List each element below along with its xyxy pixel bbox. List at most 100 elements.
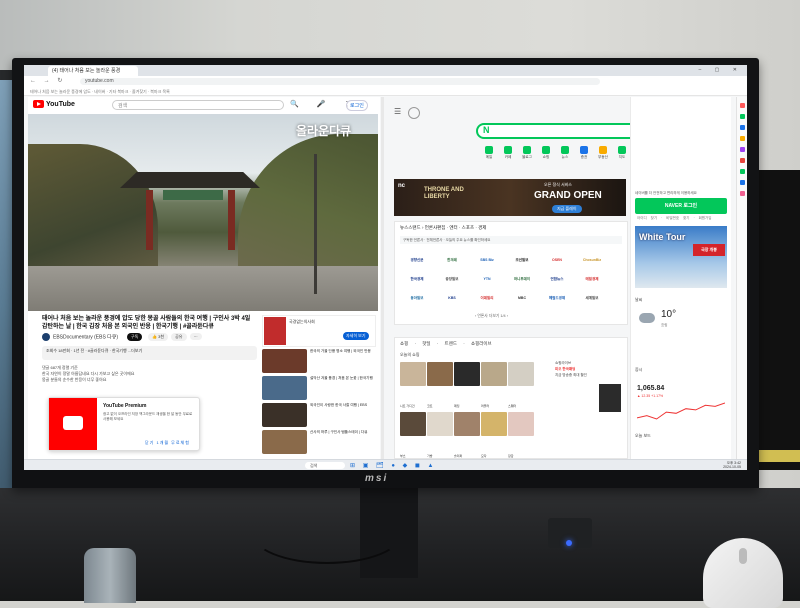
product-thumbnail[interactable] (427, 362, 453, 386)
news-outlet[interactable]: 동아일보 (400, 292, 434, 304)
browser-tab[interactable]: (4) 태어나 처음 보는 놀라운 풍경 (48, 66, 138, 76)
product-thumbnail[interactable] (454, 362, 480, 386)
ad-cta-button[interactable]: 자세히 보기 (343, 332, 369, 340)
news-outlet[interactable]: SBS Biz (470, 254, 504, 266)
product-thumbnail[interactable] (454, 412, 480, 436)
like-button[interactable]: 👍 3천 (148, 333, 168, 341)
youtube-search-input[interactable]: 검색 (112, 100, 284, 110)
shortcut-4[interactable]: 뉴스 (556, 146, 574, 160)
newsstand-header[interactable]: 뉴스스탠드 › 언론사편집 · 엔터 · 스포츠 · 경제 (400, 225, 486, 231)
product-thumbnail[interactable] (481, 362, 507, 386)
sidebar-app-icon[interactable] (740, 180, 745, 185)
news-outlet[interactable]: 헤럴드경제 (540, 292, 574, 304)
right-ad-banner[interactable]: White Tour 극장 개봉 (635, 226, 727, 288)
news-outlet[interactable]: 세계일보 (575, 292, 609, 304)
sidebar-app-icon[interactable] (740, 158, 745, 163)
shortcut-label: 증권 (580, 155, 588, 159)
shortcut-3[interactable]: 쇼핑 (537, 146, 555, 160)
shortcut-2[interactable]: 블로그 (518, 146, 536, 160)
news-outlet[interactable]: 연합뉴스 (540, 273, 574, 285)
shortcut-0[interactable]: 메일 (480, 146, 498, 160)
youtube-pane: YouTube 검색 🔍 🎤 ⋮ 로그인 올라운다큐 태어나 처음 보는 놀라운… (28, 97, 380, 459)
blue-led (566, 540, 572, 546)
sidebar-app-icon[interactable] (740, 103, 745, 108)
url-input[interactable]: youtube.com (80, 78, 600, 85)
menu-icon[interactable]: ☰ (394, 107, 401, 116)
video-player[interactable]: 올라운다큐 (28, 114, 378, 311)
youtube-logo[interactable]: YouTube (33, 100, 75, 108)
shortcut-6[interactable]: 부동산 (594, 146, 612, 160)
window-controls[interactable]: – ▢ ✕ (699, 67, 743, 73)
shortcut-1[interactable]: 카페 (499, 146, 517, 160)
news-outlet[interactable]: 한겨레 (435, 254, 469, 266)
system-tray-clock[interactable]: 오후 3:42 2024-10-05 (723, 461, 741, 469)
news-outlet[interactable]: KBS (435, 292, 469, 304)
product-thumbnail[interactable] (508, 362, 534, 386)
account-links[interactable]: 아이디 찾기 · 비밀번호 찾기 · 회원가입 (637, 216, 711, 221)
video-description[interactable]: 조회수 18만회 · 1년 전 · #골라듄다큐 · 한국기행 ...더보기 (42, 346, 257, 360)
shopping-tabs[interactable]: 쇼핑 · 핫딜 · 트렌드 · 쇼핑라이브 (400, 341, 492, 347)
shopping-items: 니트 가디건 코트 패딩 머플러 스웨터 부츠 가방 슬리퍼 모자 장갑 (400, 362, 550, 462)
premium-buttons[interactable]: 닫기 1개월 무료체험 (145, 440, 190, 446)
product-thumbnail[interactable] (427, 412, 453, 436)
recommended-video[interactable]: 설악산 겨울 풍경 | 처음 본 눈꽃 | 한국기행 (262, 376, 374, 402)
profile-icon[interactable] (408, 107, 420, 119)
more-button[interactable]: ⋯ (189, 333, 202, 340)
news-outlet[interactable]: 한국경제 (400, 273, 434, 285)
news-outlet[interactable]: 중앙일보 (435, 273, 469, 285)
news-outlet[interactable]: 조선일보 (505, 254, 539, 266)
nav-buttons[interactable]: ← → ↻ (30, 77, 65, 84)
sidebar-app-icon[interactable] (740, 191, 745, 196)
youtube-premium-icon (49, 398, 97, 450)
sidebar-app-icon[interactable] (740, 114, 745, 119)
today-board[interactable]: 오늘 보드 (635, 433, 651, 439)
news-outlet[interactable]: 이데일리 (470, 292, 504, 304)
naver-right-column: 네이버를 더 안전하고 편리하게 이용하세요 NAVER 로그인 아이디 찾기 … (630, 97, 731, 459)
monitor-screen: (4) 태어나 처음 보는 놀라운 풍경 – ▢ ✕ ← → ↻ youtube… (24, 65, 747, 470)
sidebar-app-icon[interactable] (740, 147, 745, 152)
recommended-video[interactable]: 산사의 하루 | 구인사 템플스테이 | 다큐 (262, 430, 374, 456)
cloud-icon (639, 313, 655, 323)
video-thumbnail (262, 430, 307, 454)
taskbar-search[interactable]: 검색 (305, 462, 345, 469)
subscribe-button[interactable]: 구독 (127, 333, 143, 341)
shortcut-5[interactable]: 증권 (575, 146, 593, 160)
recommended-video[interactable]: 한국의 가을 단풍 명소 여행 | 외국인 반응 (262, 349, 374, 375)
sidebar-app-icon[interactable] (740, 125, 745, 130)
stock-widget[interactable]: 증시 1,065.84 ▲ 12.35 +1.17% (635, 367, 727, 425)
product-label: 코트 (427, 404, 433, 408)
product-label: 부츠 (400, 454, 406, 458)
taskbar-app-icons[interactable]: ⊞ ▣ 🗂 ● ◆ ◼ ▲ (350, 462, 436, 469)
shortcut-label: 지도 (618, 155, 626, 159)
product-label: 니트 가디건 (400, 404, 415, 408)
news-outlet[interactable]: 매일경제 (575, 273, 609, 285)
news-outlet[interactable]: 경향신문 (400, 254, 434, 266)
weather-widget[interactable]: 날씨 10° 흐림 (635, 297, 727, 359)
share-button[interactable]: 공유 (171, 333, 187, 341)
product-thumbnail[interactable] (400, 362, 426, 386)
recommended-video[interactable]: 외국인이 사랑한 한국 사찰 여행 | EBS (262, 403, 374, 429)
shopping-live[interactable]: 쇼핑라이브 미오 한국패딩 지금 방송중 최대 할인 (555, 360, 621, 412)
shortcut-7[interactable]: 지도 (613, 146, 631, 160)
product-thumbnail[interactable] (400, 412, 426, 436)
game-banner-ad[interactable]: nc THRONE AND LIBERTY 오픈 정식 서비스 GRAND OP… (394, 179, 626, 216)
channel-name[interactable]: EBSDocumentary (EBS 다큐) (42, 333, 118, 341)
naver-logo: N (483, 125, 490, 135)
news-outlet[interactable]: YTN (470, 273, 504, 285)
sidebar-ad[interactable]: 국경없는의사회 자세히 보기 (262, 315, 376, 347)
product-thumbnail[interactable] (508, 412, 534, 436)
bookmarks-bar[interactable]: 테어나 처음 보는 놀라운 풍경에 압도 · 네이버 · 기타 북마크 · 즐겨… (24, 87, 747, 96)
sidebar-app-icon[interactable] (740, 136, 745, 141)
news-outlet[interactable]: OSEN (540, 254, 574, 266)
shortcut-icon (485, 146, 493, 154)
youtube-login-button[interactable]: 로그인 (346, 100, 368, 111)
product-thumbnail[interactable] (481, 412, 507, 436)
naver-login-button[interactable]: NAVER 로그인 (635, 198, 727, 214)
recommended-title: 설악산 겨울 풍경 | 처음 본 눈꽃 | 한국기행 (310, 376, 373, 380)
banner-play-button[interactable]: 지금 플레이 (552, 205, 582, 213)
news-outlet[interactable]: MBC (505, 292, 539, 304)
sidebar-app-icon[interactable] (740, 169, 745, 174)
news-pager[interactable]: ‹ 언론사 더보기 1/4 › (475, 314, 508, 319)
news-outlet[interactable]: ChosunBiz (575, 254, 609, 266)
news-outlet[interactable]: 머니투데이 (505, 273, 539, 285)
